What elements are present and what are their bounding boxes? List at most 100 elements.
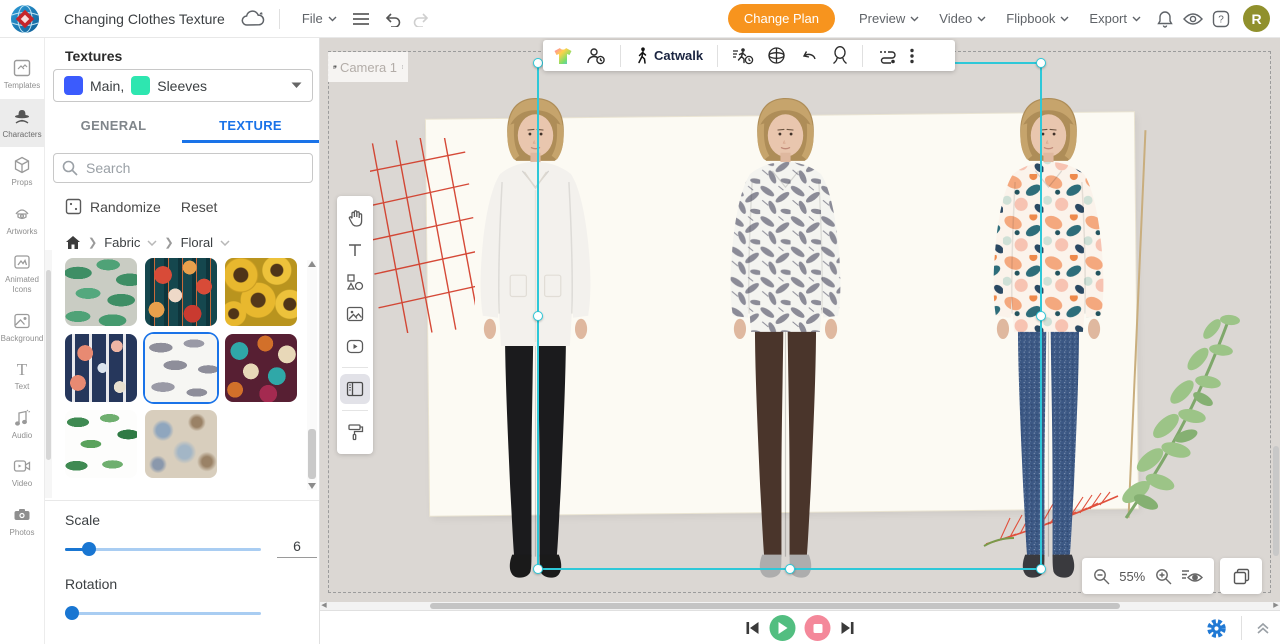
run-animation-icon[interactable] [732, 47, 754, 65]
scale-value-input[interactable]: 6 [277, 538, 317, 558]
search-input[interactable] [86, 160, 266, 176]
user-avatar[interactable]: R [1243, 5, 1270, 32]
catwalk-animation-button[interactable]: Catwalk [635, 47, 703, 65]
zoom-in-icon[interactable] [1155, 568, 1172, 585]
skip-to-start-button[interactable] [745, 620, 761, 636]
breadcrumb: ❯ Fabric ❯ Floral [65, 235, 230, 250]
sidebar-item-animated-icons[interactable]: Animated Icons [0, 244, 44, 302]
selection-handle-bottom-left[interactable] [533, 564, 543, 574]
zoom-out-icon[interactable] [1093, 568, 1110, 585]
video-menu[interactable]: Video [929, 0, 996, 38]
cloud-sync-icon[interactable] [239, 5, 267, 33]
rotate-3d-sphere-icon[interactable] [767, 46, 786, 65]
selection-bounding-box[interactable] [537, 62, 1042, 570]
change-plan-button[interactable]: Change Plan [728, 4, 835, 33]
selection-handle-bottom-middle[interactable] [785, 564, 795, 574]
sidebar-item-audio[interactable]: Audio [0, 400, 44, 449]
expand-chevrons-icon[interactable] [1256, 621, 1270, 635]
application-window: Changing Clothes Texture File Change Pla… [0, 0, 1280, 644]
tab-texture[interactable]: TEXTURE [182, 110, 319, 140]
texture-thumb-scattered-green-leaves[interactable] [65, 410, 137, 478]
canvas-vertical-scrollbar[interactable] [1272, 38, 1280, 602]
breadcrumb-separator: ❯ [88, 236, 97, 249]
selection-handle-top-left[interactable] [533, 58, 543, 68]
notifications-bell-icon[interactable] [1151, 5, 1179, 33]
shapes-tool[interactable] [340, 267, 370, 297]
texture-thumb-sunflowers[interactable] [225, 258, 297, 326]
image-tool[interactable] [340, 299, 370, 329]
selection-handle-bottom-right[interactable] [1036, 564, 1046, 574]
flipbook-menu[interactable]: Flipbook [996, 0, 1079, 38]
sidebar-item-artworks[interactable]: Artworks [0, 196, 44, 245]
character-toolbar: Catwalk [543, 40, 955, 71]
rotation-slider[interactable] [65, 606, 261, 620]
panel-scrollbar[interactable] [45, 250, 52, 498]
document-title[interactable]: Changing Clothes Texture [64, 11, 225, 27]
texture-thumb-tropical-floral-stripe[interactable] [145, 258, 217, 326]
main-color-chip [64, 76, 83, 95]
breadcrumb-separator: ❯ [164, 236, 173, 249]
paint-roller-tool[interactable] [340, 417, 370, 447]
layout-tool[interactable] [340, 374, 370, 404]
randomize-button[interactable]: Randomize [65, 198, 161, 215]
sidebar-item-templates[interactable]: Templates [0, 50, 44, 99]
video-tool[interactable] [340, 331, 370, 361]
search-box[interactable] [53, 153, 313, 183]
sidebar-item-video[interactable]: Video [0, 448, 44, 497]
canvas-area[interactable]: Camera 1 Catwalk [320, 38, 1280, 610]
tab-general[interactable]: GENERAL [45, 110, 182, 140]
selection-handle-top-right[interactable] [1036, 58, 1046, 68]
export-menu[interactable]: Export [1079, 0, 1151, 38]
sidebar-item-background[interactable]: Background [0, 303, 44, 352]
background-icon [12, 311, 32, 331]
camera-label[interactable]: Camera 1 [328, 52, 408, 82]
hamburger-menu-icon[interactable] [347, 5, 375, 33]
canvas-horizontal-scrollbar[interactable]: ◀ ▶ [320, 602, 1280, 610]
kebab-menu-icon[interactable] [910, 48, 914, 64]
app-logo[interactable] [10, 4, 40, 34]
duplicate-page-button[interactable] [1220, 558, 1262, 594]
head-face-icon[interactable] [832, 46, 848, 65]
camera-frames-icon [333, 59, 337, 75]
sidebar-item-props[interactable]: Props [0, 147, 44, 196]
rotate-arrow-icon[interactable] [799, 49, 819, 63]
zoom-level[interactable]: 55% [1119, 569, 1145, 584]
redo-icon[interactable] [407, 5, 435, 33]
breadcrumb-category[interactable]: Fabric [104, 235, 140, 250]
playback-bar [320, 610, 1280, 644]
artworks-icon [12, 204, 32, 224]
preview-visibility-icon[interactable] [1181, 568, 1203, 584]
texture-thumb-green-monstera-leaves[interactable] [65, 258, 137, 326]
texture-thumb-gray-leaves-selected[interactable] [145, 334, 217, 402]
skip-to-end-button[interactable] [840, 620, 856, 636]
texture-thumb-multicolor-autumn-floral[interactable] [225, 334, 297, 402]
play-button[interactable] [770, 615, 796, 641]
breadcrumb-subcategory[interactable]: Floral [181, 235, 214, 250]
sidebar-item-photos[interactable]: Photos [0, 497, 44, 546]
character-duration-icon[interactable] [586, 47, 606, 65]
kebab-menu-icon[interactable] [402, 60, 403, 74]
motion-path-icon[interactable] [877, 48, 897, 64]
text-tool[interactable] [340, 235, 370, 265]
texture-thumb-navy-stripe-coral-floral[interactable] [65, 334, 137, 402]
clothes-texture-icon[interactable] [553, 47, 573, 65]
undo-icon[interactable] [379, 5, 407, 33]
randomize-row: Randomize Reset [65, 198, 217, 215]
settings-gear-icon[interactable] [1206, 618, 1227, 639]
preview-menu[interactable]: Preview [849, 0, 929, 38]
panel-title: Textures [65, 48, 122, 64]
texture-thumb-vintage-blue-brown-floral[interactable] [145, 410, 217, 478]
sidebar-item-characters[interactable]: Characters [0, 99, 44, 148]
help-icon[interactable]: ? [1207, 5, 1235, 33]
view-eye-icon[interactable] [1179, 5, 1207, 33]
selection-handle-right-middle[interactable] [1036, 311, 1046, 321]
scale-slider[interactable] [65, 542, 261, 556]
sidebar-item-text[interactable]: T Text [0, 351, 44, 400]
file-menu[interactable]: File [292, 0, 347, 38]
stop-button[interactable] [805, 615, 831, 641]
pan-hand-tool[interactable] [340, 203, 370, 233]
reset-button[interactable]: Reset [181, 199, 218, 215]
layer-selector-dropdown[interactable]: Main, Sleeves [53, 69, 313, 102]
selection-handle-left-middle[interactable] [533, 311, 543, 321]
texture-grid-scrollbar[interactable] [307, 260, 317, 490]
